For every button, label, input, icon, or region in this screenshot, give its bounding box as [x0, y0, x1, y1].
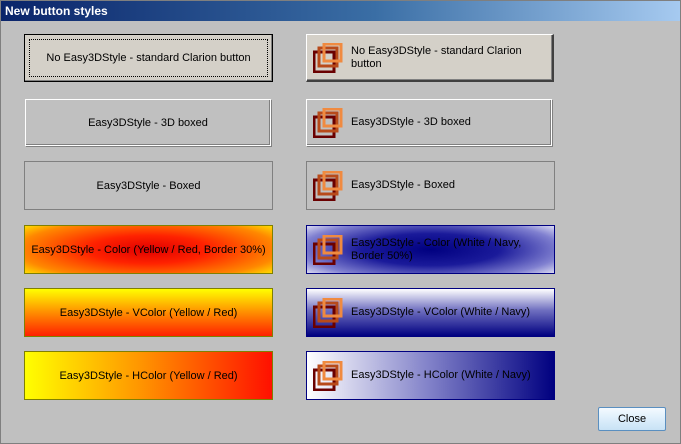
focus-rect — [25, 35, 272, 81]
easy3d-frames-icon — [313, 360, 343, 391]
window-title: New button styles — [5, 4, 108, 18]
button-label: Easy3DStyle - 3D boxed — [88, 116, 208, 129]
vcolor-white-navy-button[interactable]: Easy3DStyle - VColor (White / Navy) — [306, 288, 555, 337]
button-label: Easy3DStyle - Color (White / Navy, Borde… — [351, 236, 522, 262]
color-yellow-red-button[interactable]: Easy3DStyle - Color (Yellow / Red, Borde… — [24, 225, 273, 274]
button-label: Easy3DStyle - Boxed — [96, 179, 201, 192]
button-label: No Easy3DStyle - standard Clarion button — [351, 44, 522, 70]
standard-button-left[interactable]: No Easy3DStyle - standard Clarion button — [24, 34, 273, 82]
boxed-button-right[interactable]: Easy3DStyle - Boxed — [306, 161, 555, 210]
button-label: Easy3DStyle - 3D boxed — [351, 116, 471, 128]
button-label: Easy3DStyle - HColor (Yellow / Red) — [59, 369, 238, 382]
hcolor-white-navy-button[interactable]: Easy3DStyle - HColor (White / Navy) — [306, 351, 555, 400]
button-label: Easy3DStyle - Color (Yellow / Red, Borde… — [31, 243, 266, 256]
close-button[interactable]: Close — [598, 407, 666, 431]
easy3d-frames-icon — [313, 234, 343, 265]
dialog-window: New button styles No Easy3DStyle - stand… — [0, 0, 681, 444]
vcolor-yellow-red-button[interactable]: Easy3DStyle - VColor (Yellow / Red) — [24, 288, 273, 337]
button-label: Easy3DStyle - HColor (White / Navy) — [351, 369, 531, 381]
hcolor-yellow-red-button[interactable]: Easy3DStyle - HColor (Yellow / Red) — [24, 351, 273, 400]
boxed-button-left[interactable]: Easy3DStyle - Boxed — [24, 161, 273, 210]
standard-button-right[interactable]: No Easy3DStyle - standard Clarion button — [306, 34, 554, 82]
3d-boxed-button-right[interactable]: Easy3DStyle - 3D boxed — [306, 99, 552, 146]
close-button-label: Close — [617, 413, 647, 425]
color-white-navy-button[interactable]: Easy3DStyle - Color (White / Navy, Borde… — [306, 225, 555, 274]
3d-boxed-button-left[interactable]: Easy3DStyle - 3D boxed — [25, 99, 271, 146]
button-label: Easy3DStyle - Boxed — [351, 179, 455, 191]
easy3d-frames-icon — [313, 170, 343, 201]
easy3d-frames-icon — [313, 42, 343, 73]
easy3d-frames-icon — [313, 297, 343, 328]
title-bar[interactable]: New button styles — [1, 1, 680, 21]
button-label: Easy3DStyle - VColor (White / Navy) — [351, 306, 531, 318]
easy3d-frames-icon — [313, 107, 343, 138]
button-label: Easy3DStyle - VColor (Yellow / Red) — [59, 306, 238, 319]
